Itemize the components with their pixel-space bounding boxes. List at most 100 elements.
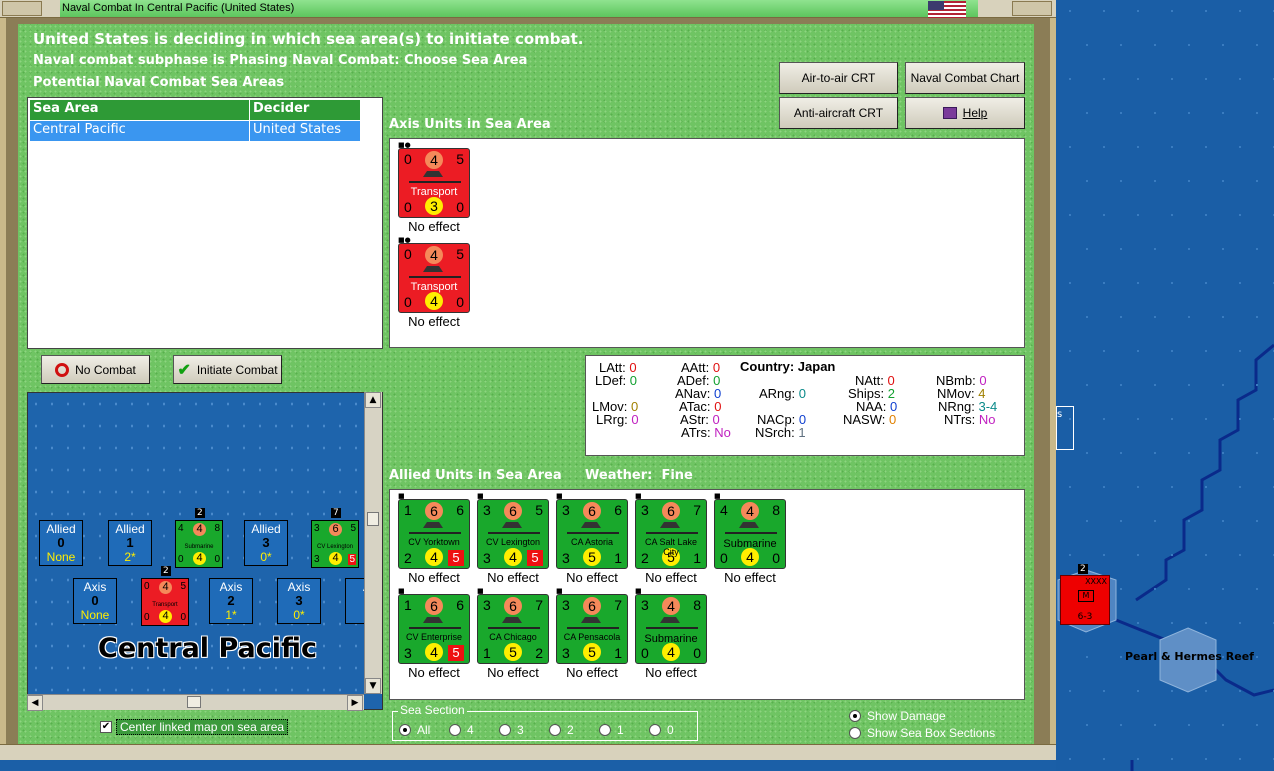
map-army-counter[interactable]: XXXX M 6-3 [1060,575,1110,625]
radio-button-icon[interactable] [449,724,461,736]
map-sea-dot [1137,418,1139,420]
ship-silhouette-icon [409,270,461,278]
map-sea-dot [1137,350,1139,352]
mini-unit-counter[interactable]: 3 6 5 3 4 5 CV Lexington [311,520,359,568]
unit-counter[interactable]: 3 6 6 3 5 1 CA Astoria [556,499,628,569]
center-linked-checkbox[interactable]: ✔ Center linked map on sea area [100,719,289,735]
unit-name: CV Yorktown [408,537,460,547]
scroll-left-icon[interactable]: ◀ [27,695,43,711]
ship-silhouette-icon [646,526,698,534]
map-sea-dot [1137,554,1139,556]
mini-unit-counter[interactable]: 0 4 5 0 4 0 Transport [141,578,189,626]
allied-unit[interactable]: 3 6 7 2 5 1 CA Salt Lake City ■ No effect [635,492,707,585]
map-sea-dot [1205,214,1207,216]
column-header-decider[interactable]: Decider [250,100,361,120]
sea-section-box[interactable]: Allied 3 0* [244,520,288,566]
map-sea-dot [1154,44,1156,46]
sea-section-radio[interactable]: 1 [599,723,624,737]
no-combat-button[interactable]: No Combat [41,355,150,384]
vertical-scrollbar[interactable]: ▲ ▼ [364,392,382,694]
column-header-sea-area[interactable]: Sea Area [30,100,250,120]
allied-unit[interactable]: 3 6 5 3 4 5 CV Lexington ■ No effect [477,492,549,585]
unit-counter[interactable]: 0 4 5 0 3 0 Transport [398,148,470,218]
unit-counter[interactable]: 3 6 7 3 5 1 CA Pensacola [556,594,628,664]
sea-section-box[interactable]: Axis 3 0* [277,578,321,624]
checkbox-checked-icon[interactable]: ✔ [100,721,112,733]
map-sea-dot [1171,418,1173,420]
box-sub: None [46,550,76,564]
unit-counter[interactable]: 3 6 7 1 5 2 CA Chicago [477,594,549,664]
unit-counter[interactable]: 1 6 6 3 4 5 CV Enterprise [398,594,470,664]
show-sea-box-radio[interactable]: Show Sea Box Sections [849,726,995,740]
unit-counter[interactable]: 0 4 5 0 4 0 Transport [398,243,470,313]
sea-section-radio[interactable]: 3 [499,723,524,737]
table-row[interactable]: Central Pacific United States [30,121,361,141]
allied-unit[interactable]: 1 6 6 3 4 5 CV Enterprise ■ No effect [398,587,470,680]
allied-unit[interactable]: 3 4 8 0 4 0 Submarine ■ No effect [635,587,707,680]
allied-unit[interactable]: 4 4 8 0 4 0 Submarine ■ No effect [714,492,786,585]
radio-selected-icon[interactable] [849,710,861,722]
axis-unit[interactable]: 0 4 5 0 3 0 Transport ■● No effect [398,141,470,234]
sea-section-box[interactable]: Axis 2 1* [209,578,253,624]
help-book-icon [942,107,957,119]
radio-button-icon[interactable] [599,724,611,736]
vertical-scroll-thumb[interactable] [367,512,379,526]
initiate-combat-button[interactable]: ✔ Initiate Combat [173,355,282,384]
air-to-air-crt-button[interactable]: Air-to-air CRT [779,62,898,94]
ship-silhouette-icon [488,526,540,534]
unit-counter[interactable]: 3 6 5 3 4 5 CV Lexington [477,499,549,569]
stat-circle-bottom: 3 [425,197,443,215]
allied-unit[interactable]: 1 6 6 2 4 5 CV Yorktown ■ No effect [398,492,470,585]
map-sea-dot [1086,452,1088,454]
unit-counter[interactable]: 1 6 6 2 4 5 CV Yorktown [398,499,470,569]
unit-counter[interactable]: 4 4 8 0 4 0 Submarine [714,499,786,569]
radio-unselected-icon[interactable] [849,727,861,739]
sea-section-radio[interactable]: 0 [649,723,674,737]
map-sea-dot [1188,180,1190,182]
axis-unit[interactable]: 0 4 5 0 4 0 Transport ■● No effect [398,236,470,329]
sea-section-radio[interactable]: 2 [549,723,574,737]
radio-button-icon[interactable] [399,724,411,736]
map-sea-dot [1103,78,1105,80]
allied-unit[interactable]: 3 6 7 3 5 1 CA Pensacola ■ No effect [556,587,628,680]
naval-combat-chart-button[interactable]: Naval Combat Chart [905,62,1025,94]
scroll-up-icon[interactable]: ▲ [365,392,381,408]
map-sea-dot [1069,10,1071,12]
allied-unit[interactable]: 3 6 7 1 5 2 CA Chicago ■ No effect [477,587,549,680]
anti-aircraft-crt-button[interactable]: Anti-aircraft CRT [779,97,898,129]
map-sea-dot [1120,248,1122,250]
sea-section-radio[interactable]: 4 [449,723,474,737]
status-dots-icon: ■ [635,587,642,595]
unit-counter[interactable]: 3 4 8 0 4 0 Submarine [635,594,707,664]
sea-section-option-label: 4 [467,723,474,737]
sea-section-box[interactable]: Allied 1 2* [108,520,152,566]
sea-section-box[interactable]: Axis 0 None [73,578,117,624]
horizontal-scroll-thumb[interactable] [187,696,201,708]
stat-circle-top: 4 [662,597,680,615]
box-side: Axis [287,580,311,594]
title-bar[interactable]: Naval Combat In Central Pacific (United … [0,0,1056,18]
window-close-button[interactable] [1012,1,1052,16]
map-region-marker: s [1056,406,1074,450]
help-button[interactable]: Help [905,97,1025,129]
radio-button-icon[interactable] [649,724,661,736]
sea-section-radio[interactable]: All [399,723,430,737]
allied-unit[interactable]: 3 6 6 3 5 1 CA Astoria ■ No effect [556,492,628,585]
radio-button-icon[interactable] [549,724,561,736]
horizontal-scrollbar[interactable]: ◀ ▶ [27,694,364,711]
ship-silhouette-icon [567,621,619,629]
sea-section-option-label: 3 [517,723,524,737]
sea-section-box[interactable]: Allied 0 None [39,520,83,566]
show-sea-box-label: Show Sea Box Sections [867,726,996,740]
stat-circle-top: 4 [425,246,443,264]
box-num: 2 [227,593,235,608]
radio-button-icon[interactable] [499,724,511,736]
show-damage-radio[interactable]: Show Damage [849,709,946,723]
unit-counter[interactable]: 3 6 7 2 5 1 CA Salt Lake City [635,499,707,569]
scroll-right-icon[interactable]: ▶ [347,695,363,711]
sea-area-name: Central Pacific [98,633,318,664]
scroll-down-icon[interactable]: ▼ [365,678,381,694]
window-menu-button[interactable] [2,1,42,16]
mini-unit-counter[interactable]: 4 4 8 0 4 0 Submarine [175,520,223,568]
range-value: 6 [614,502,622,518]
